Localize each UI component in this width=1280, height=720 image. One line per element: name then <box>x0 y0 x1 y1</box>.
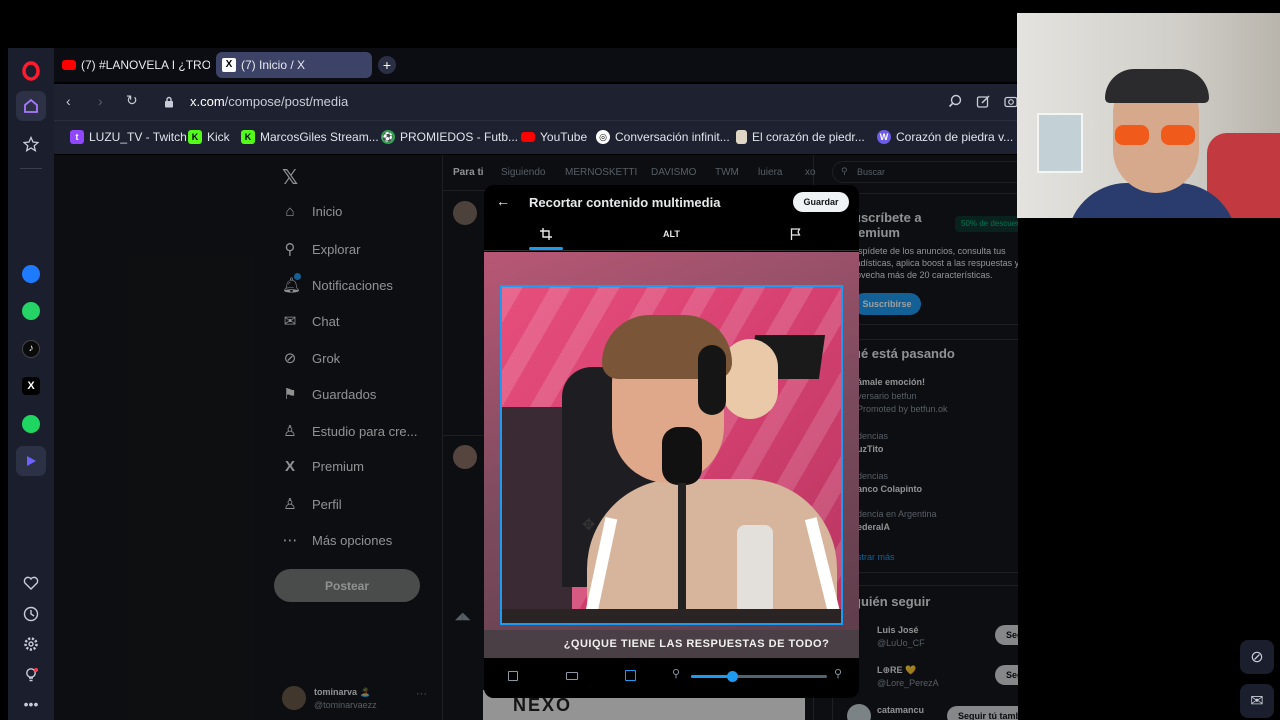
history-clock-icon[interactable] <box>16 599 46 629</box>
tab-label: (7) Inicio / X <box>241 58 306 72</box>
bookmark-label: PROMIEDOS - Futb... <box>400 130 519 144</box>
desk <box>502 609 841 623</box>
bookmarks-bar: t LUZU_TV - Twitch K Kick K MarcosGiles … <box>54 120 1018 154</box>
forward-arrow-icon[interactable]: › <box>98 93 103 109</box>
reload-icon[interactable]: ↻ <box>126 92 138 109</box>
bookmark-label: El corazón de piedr... <box>752 130 865 144</box>
crop-media-modal: ← Recortar contenido multimedia Guardar … <box>484 185 859 698</box>
save-button[interactable]: Guardar <box>793 192 849 212</box>
aspect-square-icon[interactable] <box>625 670 636 681</box>
back-arrow-icon[interactable]: ← <box>496 193 510 209</box>
tiktok-icon[interactable]: ♪ <box>16 334 46 364</box>
x-icon: X <box>222 58 236 72</box>
edit-icon[interactable] <box>976 94 991 114</box>
tab-x-inicio[interactable]: X (7) Inicio / X <box>216 52 372 78</box>
search-page-icon[interactable] <box>948 94 963 114</box>
page-icon <box>736 130 747 144</box>
messages-float-icon[interactable]: ✉ <box>1240 684 1274 718</box>
url-path: /compose/post/media <box>224 94 349 109</box>
favorites-star-icon[interactable] <box>16 129 46 159</box>
divider <box>20 168 42 169</box>
bookmark-promiedos[interactable]: ⚽ PROMIEDOS - Futb... <box>381 130 518 144</box>
modal-header: ← Recortar contenido multimedia Guardar <box>484 185 859 221</box>
promiedos-icon: ⚽ <box>381 130 395 144</box>
youtube-icon <box>62 60 76 70</box>
bookmark-label: Conversación infinit... <box>615 130 730 144</box>
tab-youtube[interactable]: (7) #LANOVELA I ¿TROY Y <box>56 52 210 78</box>
crop-frame[interactable]: ✥ <box>500 285 843 625</box>
glass-bottle <box>737 525 773 615</box>
spotify-icon[interactable] <box>16 409 46 439</box>
bookmark-label: LUZU_TV - Twitch <box>89 130 187 144</box>
zoom-in-icon[interactable]: ⚲ <box>834 667 842 680</box>
speed-dial-home-icon[interactable] <box>16 91 46 121</box>
bookmark-corazon-piedra-v[interactable]: W Corazón de piedra v... <box>877 130 1013 144</box>
video-caption: ¿QUIQUE TIENE LAS RESPUESTAS DE TODO? <box>484 630 859 658</box>
webcam-glasses-left <box>1115 125 1149 145</box>
bookmark-kick[interactable]: K Kick <box>188 130 230 144</box>
x-page: 𝕏 ⌂ Inicio ⚲ Explorar 🔔︎ Notificaciones ✉ Ch… <box>54 155 1018 720</box>
bookmark-luzu-twitch[interactable]: t LUZU_TV - Twitch <box>70 130 187 144</box>
wordpress-icon: W <box>877 130 891 144</box>
grok-float-icon[interactable]: ⊘ <box>1240 640 1274 674</box>
tab-bar: (7) #LANOVELA I ¿TROY Y X (7) Inicio / X… <box>54 48 1018 82</box>
lock-icon[interactable] <box>164 95 174 113</box>
opera-logo-icon[interactable] <box>16 56 46 86</box>
webcam-overlay <box>1017 13 1280 218</box>
more-dots-icon[interactable]: ••• <box>16 689 46 719</box>
active-tab-indicator <box>529 247 563 250</box>
bookmark-label: MarcosGiles Stream... <box>260 130 379 144</box>
twitch-icon: t <box>70 130 84 144</box>
back-arrow-icon[interactable]: ‹ <box>66 93 71 109</box>
heart-icon[interactable] <box>16 568 46 598</box>
zoom-slider-fill <box>691 675 732 678</box>
lightbulb-icon[interactable] <box>16 660 46 690</box>
microphone <box>662 427 702 485</box>
mic-stand <box>678 483 686 623</box>
bookmark-marcosgiles[interactable]: K MarcosGiles Stream... <box>241 130 379 144</box>
bookmark-conversacion[interactable]: ◎ Conversación infinit... <box>596 130 730 144</box>
crop-toolbar: ⚲ ⚲ <box>484 658 859 698</box>
chatgpt-icon: ◎ <box>596 130 610 144</box>
aspect-wide-icon[interactable] <box>566 672 578 680</box>
player-icon[interactable] <box>16 446 46 476</box>
webcam-cap <box>1105 69 1209 103</box>
alt-tab[interactable]: ALT <box>663 229 680 239</box>
headphones <box>698 345 726 415</box>
bookmark-youtube[interactable]: YouTube <box>521 130 587 144</box>
bookmark-label: Corazón de piedra v... <box>896 130 1014 144</box>
aspect-original-icon[interactable] <box>508 671 518 681</box>
url-field[interactable]: x.com/compose/post/media <box>190 94 348 109</box>
webcam-glasses-right <box>1161 125 1195 145</box>
person-shirt <box>587 479 837 623</box>
zoom-slider-thumb[interactable] <box>726 671 738 682</box>
crop-tab-icon[interactable] <box>540 227 552 245</box>
messenger-icon[interactable] <box>16 259 46 289</box>
kick-icon: K <box>188 130 202 144</box>
zoom-out-icon[interactable]: ⚲ <box>672 667 680 680</box>
camera-snapshot-icon[interactable] <box>1004 94 1018 113</box>
bookmark-label: Kick <box>207 130 230 144</box>
move-cursor-icon: ✥ <box>582 517 596 534</box>
kick-icon: K <box>241 130 255 144</box>
address-bar-row: ‹ › ↻ x.com/compose/post/media <box>54 84 1018 120</box>
zoom-slider[interactable] <box>691 671 827 682</box>
bookmark-corazon-piedra[interactable]: El corazón de piedr... <box>736 130 865 144</box>
flag-tab-icon[interactable] <box>790 227 801 245</box>
url-domain: x.com <box>190 94 225 109</box>
opera-sidebar: ♪ X ••• <box>8 48 54 720</box>
tab-label: (7) #LANOVELA I ¿TROY Y <box>81 58 210 72</box>
bookmark-label: YouTube <box>540 130 588 144</box>
modal-title: Recortar contenido multimedia <box>529 195 721 210</box>
media-preview[interactable]: ✥ ¿QUIQUE TIENE LAS RESPUESTAS DE TODO? <box>484 252 859 658</box>
settings-gear-icon[interactable] <box>16 629 46 659</box>
x-app-icon[interactable]: X <box>16 371 46 401</box>
youtube-icon <box>521 132 535 142</box>
whatsapp-icon[interactable] <box>16 296 46 326</box>
webcam-shelf <box>1037 113 1083 173</box>
new-tab-plus-icon[interactable]: + <box>378 56 396 74</box>
modal-tabs: ALT <box>484 221 859 251</box>
